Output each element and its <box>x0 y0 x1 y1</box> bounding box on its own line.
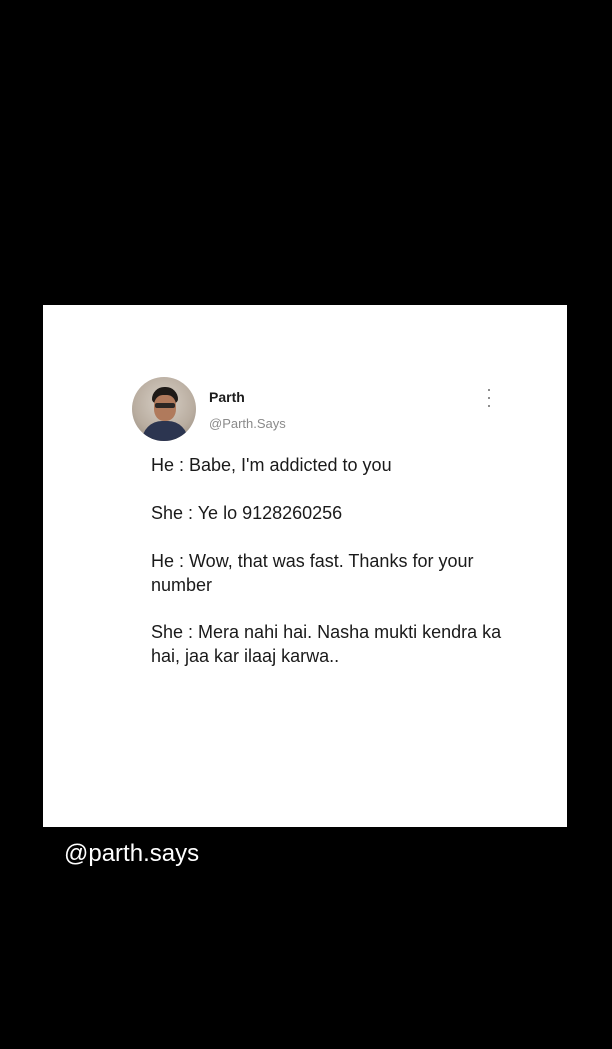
watermark-caption: @parth.says <box>64 840 200 867</box>
menu-dot <box>488 389 490 391</box>
menu-dot <box>488 397 490 399</box>
menu-dot <box>488 405 490 407</box>
avatar-glasses <box>155 403 175 408</box>
avatar-shirt <box>142 421 188 441</box>
author-name[interactable]: Parth <box>209 389 245 405</box>
more-vertical-icon[interactable] <box>483 389 495 407</box>
post-card: Parth @Parth.Says He : Babe, I'm addicte… <box>43 305 567 827</box>
screenshot-stage: Parth @Parth.Says He : Babe, I'm addicte… <box>0 0 612 1049</box>
avatar-face <box>154 395 176 421</box>
post-line-1: He : Babe, I'm addicted to you <box>151 455 392 475</box>
post-line-4: She : Mera nahi hai. Nasha mukti kendra … <box>151 622 502 666</box>
avatar[interactable] <box>132 377 196 441</box>
author-handle[interactable]: @Parth.Says <box>209 416 286 431</box>
post-line-3: He : Wow, that was fast. Thanks for your… <box>151 551 474 595</box>
post-line-2: She : Ye lo 9128260256 <box>151 503 343 523</box>
